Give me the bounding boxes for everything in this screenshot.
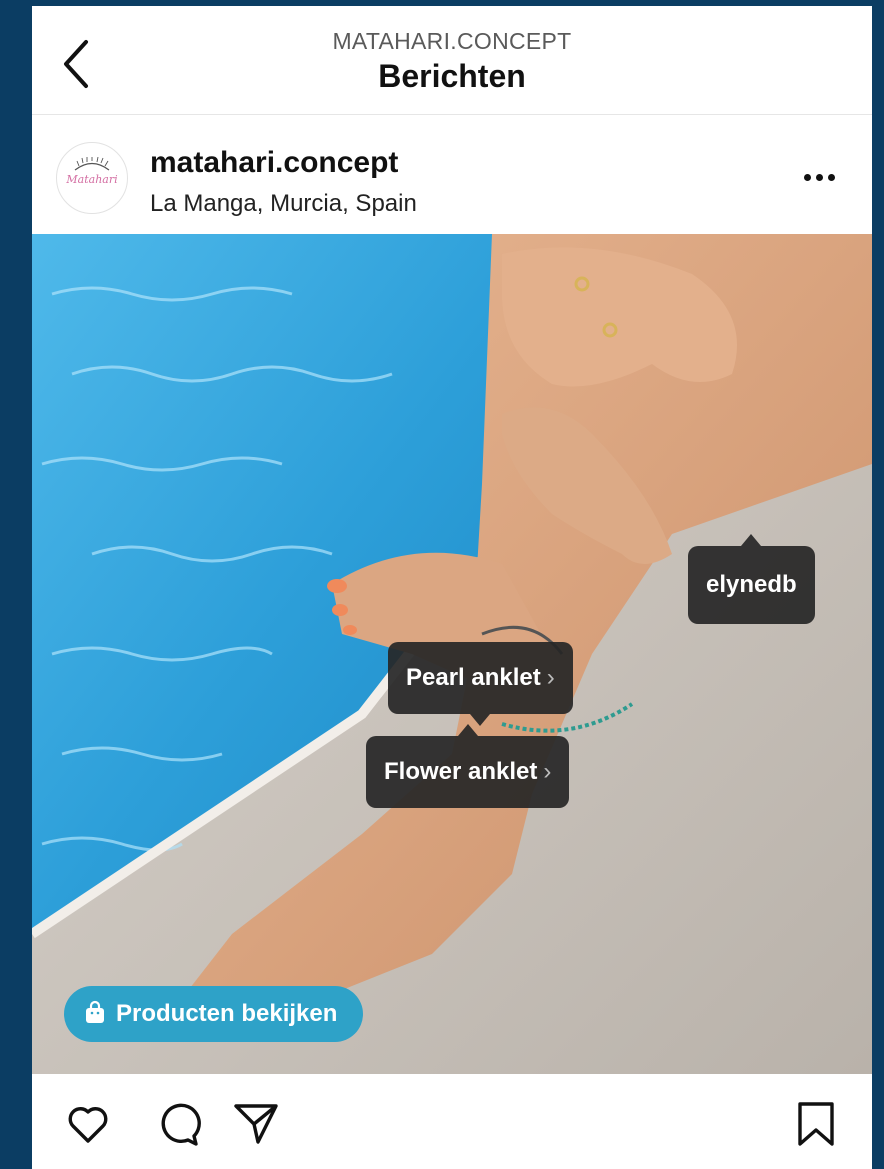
more-dot <box>816 174 823 181</box>
post-header: Matahari matahari.concept La Manga, Murc… <box>32 114 872 234</box>
avatar[interactable]: Matahari <box>56 142 128 214</box>
heart-icon <box>68 1107 108 1143</box>
send-icon <box>234 1104 278 1144</box>
post-actions-bar <box>32 1074 872 1169</box>
post-username[interactable]: matahari.concept <box>150 146 398 180</box>
comment-icon <box>161 1103 201 1146</box>
comment-button[interactable] <box>154 1100 202 1148</box>
chevron-right-icon: › <box>543 758 552 785</box>
page-title: Berichten <box>378 58 526 94</box>
lash-logo-icon <box>74 157 110 171</box>
bookmark-icon <box>798 1102 834 1146</box>
like-button[interactable] <box>64 1100 112 1148</box>
share-button[interactable] <box>232 1100 280 1148</box>
top-bar: MATAHARI.CONCEPT Berichten <box>32 6 872 115</box>
product-tag-label: Flower anklet <box>384 758 538 785</box>
save-button[interactable] <box>792 1100 840 1148</box>
product-tag-flower[interactable]: Flower anklet › <box>366 724 570 808</box>
product-tag-label: Pearl anklet <box>406 664 541 691</box>
product-tag-pearl[interactable]: Pearl anklet › <box>388 642 573 726</box>
user-tag[interactable]: elynedb <box>688 534 815 624</box>
more-options-button[interactable] <box>804 168 844 188</box>
more-horizontal-icon <box>804 174 811 181</box>
view-products-button[interactable]: Producten bekijken <box>64 986 364 1042</box>
user-tag-label: elynedb <box>706 571 797 598</box>
avatar-logo-text: Matahari <box>66 173 118 186</box>
instagram-post-screen: MATAHARI.CONCEPT Berichten Matahari mata… <box>32 6 872 1169</box>
chevron-right-icon: › <box>546 664 555 691</box>
post-photo[interactable]: elynedb Pearl anklet › Flower anklet › Pro… <box>32 234 872 1074</box>
view-products-label: Producten bekijken <box>116 1000 338 1027</box>
post-location[interactable]: La Manga, Murcia, Spain <box>150 190 417 218</box>
shopping-bag-icon <box>86 1001 104 1024</box>
more-dot <box>828 174 835 181</box>
account-caption: MATAHARI.CONCEPT <box>332 28 572 54</box>
